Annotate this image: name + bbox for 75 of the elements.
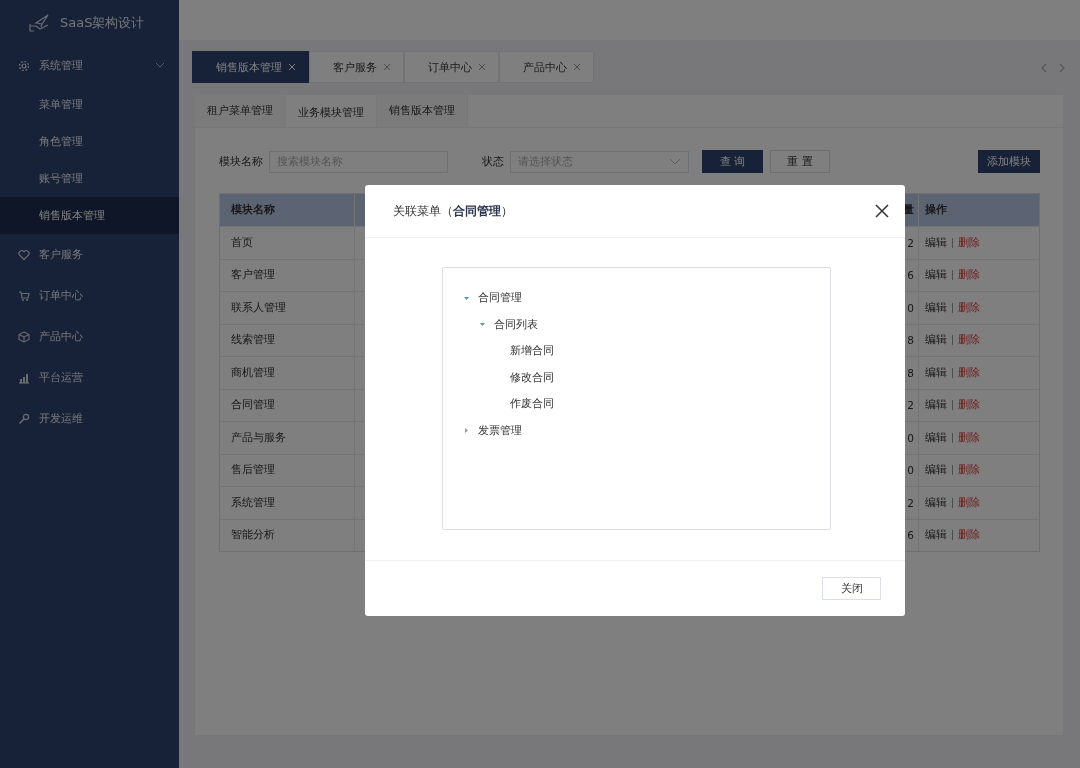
table-cell: 首页 <box>220 227 355 259</box>
tree-node[interactable]: 合同管理 <box>463 285 810 312</box>
field-label: 模块名称 <box>219 154 263 169</box>
sidebar-item[interactable]: 账号管理 <box>0 160 179 197</box>
section-tab[interactable]: 租户菜单管理 <box>195 95 286 127</box>
section-tab[interactable]: 销售版本管理 <box>377 95 468 127</box>
sidebar-group[interactable]: 平台运营 <box>0 357 179 398</box>
delete-link[interactable]: 删除 <box>958 463 980 478</box>
edit-link[interactable]: 编辑 <box>925 463 947 478</box>
table-cell: 智能分析 <box>220 519 355 551</box>
chevron-down-icon <box>669 157 681 166</box>
delete-link[interactable]: 删除 <box>958 365 980 380</box>
edit-link[interactable]: 编辑 <box>925 528 947 543</box>
sidebar-item[interactable]: 销售版本管理 <box>0 197 179 234</box>
chevron-left-icon <box>1040 62 1048 73</box>
edit-link[interactable]: 编辑 <box>925 268 947 283</box>
sidebar-group[interactable]: 产品中心 <box>0 316 179 357</box>
bar-chart-icon <box>18 371 30 384</box>
page-tab[interactable]: 销售版本管理 <box>192 51 309 83</box>
tree-node[interactable]: 作废合同 <box>463 391 810 418</box>
sidebar-item[interactable]: 菜单管理 <box>0 86 179 123</box>
cube-icon <box>18 330 30 343</box>
table-cell: 线索管理 <box>220 324 355 356</box>
sidebar-group[interactable]: 订单中心 <box>0 275 179 316</box>
close-icon <box>288 63 296 71</box>
page-tab[interactable]: 客户服务 <box>309 51 404 83</box>
cart-icon <box>18 289 30 302</box>
sidebar-group[interactable]: 系统管理 <box>0 45 179 86</box>
table-cell: 产品与服务 <box>220 422 355 454</box>
delete-link[interactable]: 删除 <box>958 398 980 413</box>
heart-icon <box>18 248 30 261</box>
table-cell: 售后管理 <box>220 454 355 486</box>
settings-icon <box>18 59 30 72</box>
close-icon[interactable] <box>875 204 889 218</box>
edit-link[interactable]: 编辑 <box>925 495 947 510</box>
close-icon <box>383 63 391 71</box>
chevron-right-icon <box>1058 62 1066 73</box>
column-header: 操作 <box>924 202 948 217</box>
tree-node[interactable]: 新增合同 <box>463 338 810 365</box>
edit-link[interactable]: 编辑 <box>925 365 947 380</box>
close-icon <box>573 63 581 71</box>
sidebar-item[interactable]: 角色管理 <box>0 123 179 160</box>
table-cell: 联系人管理 <box>220 292 355 324</box>
delete-link[interactable]: 删除 <box>958 333 980 348</box>
edit-link[interactable]: 编辑 <box>925 398 947 413</box>
column-header: 模块名称 <box>220 194 355 226</box>
page-tab[interactable]: 订单中心 <box>404 51 499 83</box>
close-button[interactable]: 关闭 <box>822 577 881 600</box>
edit-link[interactable]: 编辑 <box>925 430 947 445</box>
add-module-button[interactable]: 添加模块 <box>978 150 1040 173</box>
delete-link[interactable]: 删除 <box>958 235 980 250</box>
delete-link[interactable]: 删除 <box>958 528 980 543</box>
tree-node[interactable]: 合同列表 <box>463 311 810 338</box>
delete-link[interactable]: 删除 <box>958 300 980 315</box>
tree-node[interactable]: 发票管理 <box>463 417 810 444</box>
sidebar-group[interactable]: 客户服务 <box>0 234 179 275</box>
table-cell: 客户管理 <box>220 259 355 291</box>
page-tab[interactable]: 产品中心 <box>499 51 594 83</box>
reset-button[interactable]: 重 置 <box>770 150 830 173</box>
tree-node[interactable]: 修改合同 <box>463 364 810 391</box>
delete-link[interactable]: 删除 <box>958 268 980 283</box>
delete-link[interactable]: 删除 <box>958 430 980 445</box>
app-title: SaaS架构设计 <box>60 13 145 32</box>
edit-link[interactable]: 编辑 <box>925 235 947 250</box>
dialog-title: 关联菜单（合同管理） <box>393 202 513 220</box>
close-icon <box>478 63 486 71</box>
sidebar-group[interactable]: 开发运维 <box>0 398 179 439</box>
table-cell: 系统管理 <box>220 487 355 519</box>
delete-link[interactable]: 删除 <box>958 495 980 510</box>
table-cell: 合同管理 <box>220 389 355 421</box>
edit-link[interactable]: 编辑 <box>925 333 947 348</box>
query-button[interactable]: 查 询 <box>702 150 763 173</box>
edit-link[interactable]: 编辑 <box>925 300 947 315</box>
table-cell: 商机管理 <box>220 357 355 389</box>
field-label: 状态 <box>482 154 504 169</box>
